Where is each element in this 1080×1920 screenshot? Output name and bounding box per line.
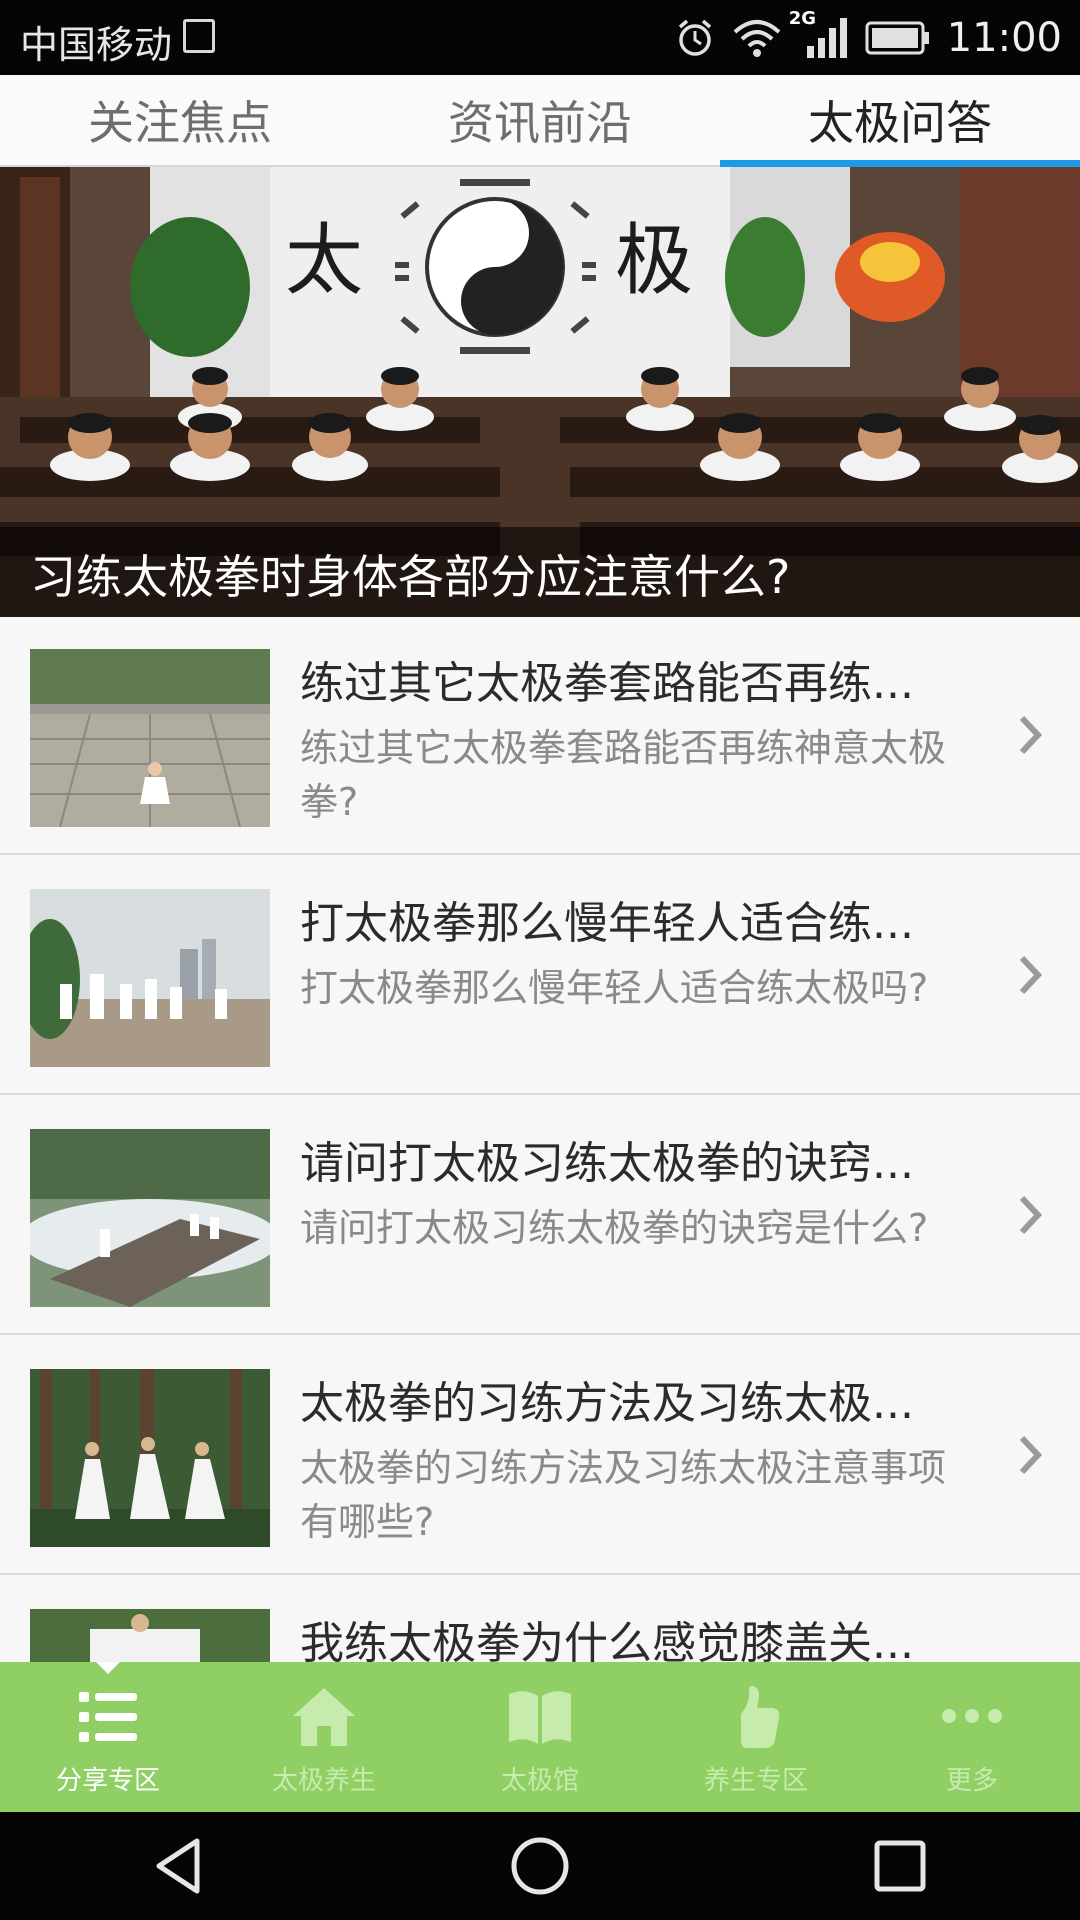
banner-caption: 习练太极拳时身体各部分应注意什么?	[30, 550, 791, 604]
alarm-icon	[678, 19, 711, 56]
active-indicator	[96, 1662, 120, 1674]
nav-health-zone[interactable]: 养生专区	[648, 1662, 864, 1812]
list-item[interactable]: 请问打太极习练太极拳的诀窍... 请问打太极习练太极拳的诀窍是什么?	[0, 1097, 1080, 1335]
book-icon	[509, 1691, 571, 1744]
carrier-label: 中国移动	[20, 23, 173, 67]
list-item[interactable]: 练过其它太极拳套路能否再练... 练过其它太极拳套路能否再练神意太极拳?	[0, 617, 1080, 855]
article-title: 太极拳的习练方法及习练太极...	[300, 1378, 914, 1429]
article-title: 打太极拳那么慢年轻人适合练...	[300, 898, 914, 949]
banner-caption-bar: 习练太极拳时身体各部分应注意什么?	[0, 527, 1080, 617]
screenshot-notification-icon	[183, 19, 215, 53]
list-icon	[79, 1692, 137, 1742]
nav-label: 养生专区	[703, 1766, 808, 1796]
back-icon[interactable]	[145, 1831, 215, 1901]
nav-taichi-health[interactable]: 太极养生	[216, 1662, 432, 1812]
article-list: 练过其它太极拳套路能否再练... 练过其它太极拳套路能否再练神意太极拳? 打太极…	[0, 617, 1080, 1817]
article-title: 练过其它太极拳套路能否再练...	[300, 658, 914, 709]
bottom-nav-bar: 分享专区 太极养生 太极馆 养生专区 更多	[0, 1662, 1080, 1812]
status-icons: 2G 11:00	[675, 0, 1062, 75]
status-bar: 中国移动 2G 11:00	[0, 0, 1080, 75]
nav-share-zone[interactable]: 分享专区	[0, 1662, 216, 1812]
cell-signal: 2G	[789, 8, 849, 60]
nav-label: 更多	[945, 1766, 998, 1796]
chevron-right-icon	[1019, 955, 1043, 995]
network-type-label: 2G	[788, 7, 817, 29]
chevron-right-icon	[1019, 1435, 1043, 1475]
nav-label: 分享专区	[55, 1766, 160, 1796]
chevron-right-icon	[1019, 715, 1043, 755]
featured-banner[interactable]: 太 极 习练太极拳时身体各部分应注意什么?	[0, 167, 1080, 617]
article-thumbnail	[30, 649, 270, 827]
more-icon	[942, 1709, 1002, 1723]
nav-taichi-hall[interactable]: 太极馆	[432, 1662, 648, 1812]
tab-focus[interactable]: 关注焦点	[0, 75, 360, 165]
article-title: 请问打太极习练太极拳的诀窍...	[300, 1138, 914, 1189]
banner-calligraphy-right: 极	[615, 216, 693, 306]
recents-icon[interactable]	[865, 1831, 935, 1901]
nav-more[interactable]: 更多	[864, 1662, 1080, 1812]
system-nav-bar	[0, 1812, 1080, 1920]
nav-label: 太极馆	[500, 1766, 579, 1796]
clock: 11:00	[946, 14, 1062, 61]
article-summary: 太极拳的习练方法及习练太极注意事项有哪些?	[300, 1446, 947, 1544]
wifi-icon	[733, 19, 781, 57]
battery-icon	[865, 21, 929, 54]
article-summary: 练过其它太极拳套路能否再练神意太极拳?	[300, 726, 947, 824]
list-item[interactable]: 太极拳的习练方法及习练太极... 太极拳的习练方法及习练太极注意事项有哪些?	[0, 1337, 1080, 1575]
article-thumbnail	[30, 889, 270, 1067]
chevron-right-icon	[1019, 1195, 1043, 1235]
list-item[interactable]: 打太极拳那么慢年轻人适合练... 打太极拳那么慢年轻人适合练太极吗?	[0, 857, 1080, 1095]
banner-calligraphy-left: 太	[285, 216, 363, 306]
nav-label: 太极养生	[271, 1766, 376, 1796]
article-thumbnail	[30, 1129, 270, 1307]
home-icon	[293, 1688, 355, 1746]
top-tab-bar: 关注焦点 资讯前沿 太极问答	[0, 75, 1080, 167]
home-circle-icon[interactable]	[505, 1831, 575, 1901]
article-thumbnail	[30, 1369, 270, 1547]
thumbs-up-icon	[741, 1686, 780, 1748]
article-summary: 打太极拳那么慢年轻人适合练太极吗?	[300, 966, 929, 1010]
tab-news[interactable]: 资讯前沿	[360, 75, 720, 165]
tab-taichi-qa[interactable]: 太极问答	[720, 75, 1080, 167]
article-summary: 请问打太极习练太极拳的诀窍是什么?	[300, 1206, 929, 1250]
